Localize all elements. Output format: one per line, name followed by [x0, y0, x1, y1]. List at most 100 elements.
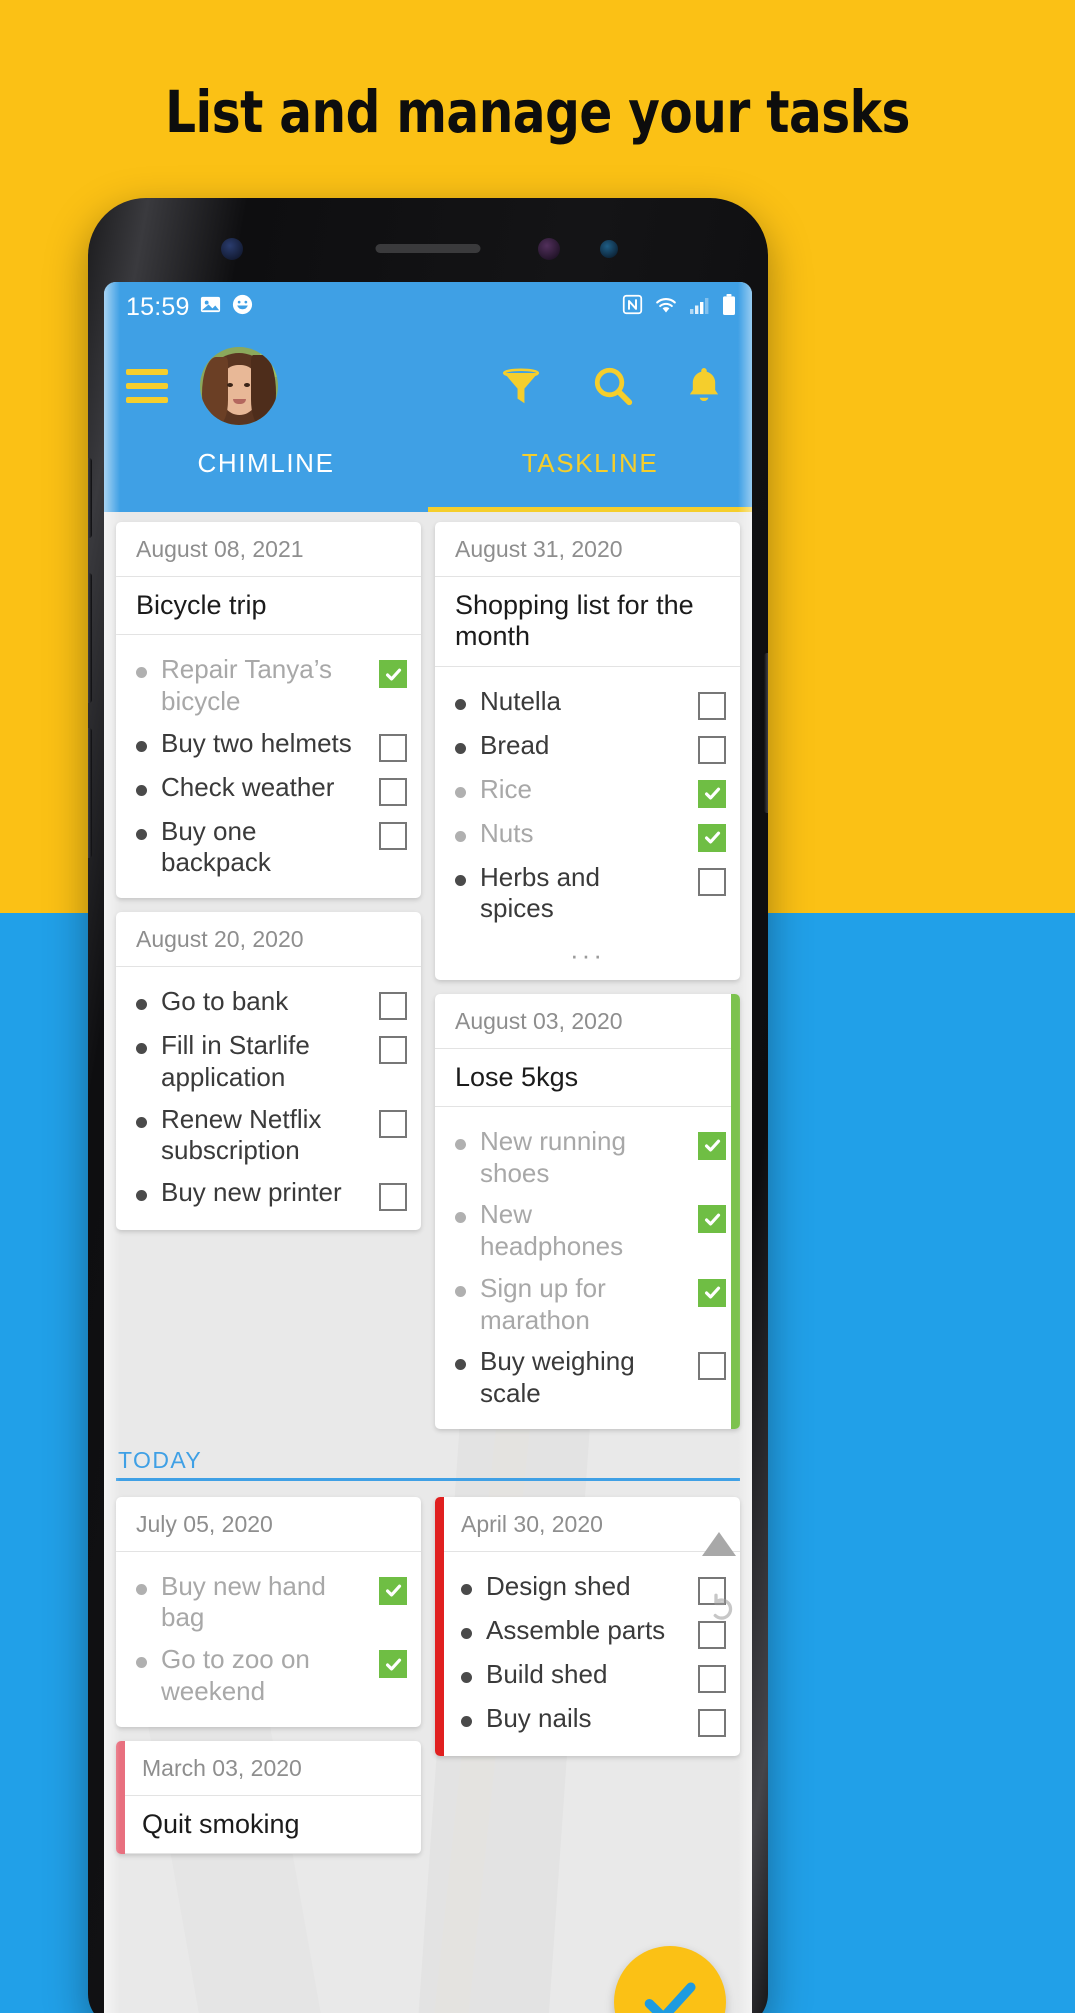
phone-button-volume-up[interactable] [88, 573, 92, 703]
task-item[interactable]: Sign up for marathon [455, 1268, 726, 1341]
task-item[interactable]: Check weather [136, 767, 407, 811]
task-card[interactable]: August 20, 2020 Go to bank Fill in Starlif… [116, 912, 421, 1231]
bell-icon[interactable] [682, 364, 726, 408]
checkbox-checked[interactable] [698, 1131, 726, 1160]
image-icon [199, 293, 222, 321]
checkbox-checked[interactable] [698, 823, 726, 852]
card-more-ellipsis[interactable]: ··· [435, 942, 740, 980]
task-item-label: Buy two helmets [161, 727, 352, 758]
checkbox-unchecked[interactable] [379, 992, 407, 1021]
avatar-eye-left [227, 383, 233, 387]
tab-chimline[interactable]: CHIMLINE [104, 440, 428, 512]
task-item[interactable]: New headphones [455, 1194, 726, 1267]
checkbox-unchecked[interactable] [379, 1109, 407, 1138]
tab-taskline[interactable]: TASKLINE [428, 440, 752, 512]
task-item[interactable]: Design shed [461, 1566, 726, 1610]
task-item[interactable]: New running shoes [455, 1121, 726, 1194]
task-item[interactable]: Bread [455, 725, 726, 769]
checkbox-unchecked[interactable] [698, 1664, 726, 1693]
column-right-bottom: April 30, 2020 Design shed Assemble parts B… [435, 1496, 740, 1854]
task-item-label: Assemble parts [486, 1614, 666, 1645]
smiley-icon [231, 293, 254, 321]
bullet-icon [136, 1043, 147, 1055]
task-card[interactable]: July 05, 2020 Buy new hand bag Go to zoo o… [116, 1496, 421, 1727]
bullet-icon [461, 1715, 472, 1727]
scroll-up-arrow[interactable] [702, 1532, 736, 1556]
today-label: TODAY [118, 1446, 203, 1473]
task-card[interactable]: August 03, 2020 Lose 5kgs New running shoe… [435, 993, 740, 1429]
battery-icon [722, 293, 736, 321]
hamburger-bar [126, 369, 168, 375]
status-bar: 15:59 [104, 282, 752, 332]
task-item[interactable]: Fill in Starlife application [136, 1025, 407, 1098]
task-item[interactable]: Repair Tanya’s bicycle [136, 649, 407, 722]
checkbox-unchecked[interactable] [379, 777, 407, 806]
checkbox-unchecked[interactable] [698, 691, 726, 720]
hamburger-menu-icon[interactable] [126, 369, 168, 403]
bullet-icon [455, 742, 466, 754]
task-item-label: Nuts [480, 817, 534, 848]
task-item-label: Go to bank [161, 986, 289, 1017]
task-item[interactable]: Go to zoo on weekend [136, 1639, 407, 1712]
checkbox-checked[interactable] [379, 660, 407, 689]
complete-task-fab[interactable] [614, 1946, 726, 2013]
checkbox-checked[interactable] [379, 1650, 407, 1679]
checkbox-checked[interactable] [698, 779, 726, 808]
task-card[interactable]: August 31, 2020 Shopping list for the mon… [435, 522, 740, 980]
checkbox-checked[interactable] [698, 1205, 726, 1234]
task-item[interactable]: Buy new hand bag [136, 1566, 407, 1639]
task-card[interactable]: August 08, 2021 Bicycle trip Repair Tanya’… [116, 522, 421, 899]
task-item[interactable]: Build shed [461, 1654, 726, 1698]
task-item-label: Design shed [486, 1570, 631, 1601]
checkbox-unchecked[interactable] [379, 1036, 407, 1065]
card-title: Shopping list for the month [435, 577, 740, 667]
task-item[interactable]: Buy new printer [136, 1172, 407, 1216]
phone-button-power[interactable] [764, 653, 768, 813]
task-item[interactable]: Renew Netflix subscription [136, 1099, 407, 1172]
checkbox-unchecked[interactable] [379, 821, 407, 850]
task-card[interactable]: April 30, 2020 Design shed Assemble parts B… [435, 1496, 740, 1756]
bullet-icon [136, 1190, 147, 1202]
bullet-icon [455, 698, 466, 710]
avatar-hair-left [202, 357, 228, 425]
task-item[interactable]: Go to bank [136, 981, 407, 1025]
checkbox-unchecked[interactable] [698, 735, 726, 764]
checkbox-unchecked[interactable] [698, 1708, 726, 1737]
checkbox-checked[interactable] [698, 1278, 726, 1307]
checkbox-unchecked[interactable] [698, 867, 726, 896]
task-item[interactable]: Rice [455, 769, 726, 813]
task-item-label: New running shoes [480, 1125, 626, 1188]
task-card[interactable]: March 03, 2020 Quit smoking [116, 1740, 421, 1854]
task-item[interactable]: Assemble parts [461, 1610, 726, 1654]
task-item[interactable]: Nuts [455, 813, 726, 857]
card-columns-bottom: July 05, 2020 Buy new hand bag Go to zoo o… [104, 1481, 752, 1854]
checkbox-unchecked[interactable] [379, 1183, 407, 1212]
bullet-icon [136, 999, 147, 1011]
checkbox-checked[interactable] [379, 1576, 407, 1605]
checkbox-unchecked[interactable] [698, 1352, 726, 1381]
phone-button-volume-down[interactable] [88, 728, 92, 858]
proximity-sensor [600, 240, 618, 258]
tab-bar: CHIMLINE TASKLINE [104, 440, 752, 512]
bullet-icon [455, 786, 466, 798]
task-item[interactable]: Buy one backpack [136, 811, 407, 884]
task-item[interactable]: Nutella [455, 681, 726, 725]
search-icon[interactable] [590, 363, 636, 409]
checkbox-unchecked[interactable] [379, 733, 407, 762]
task-item[interactable]: Buy nails [461, 1698, 726, 1742]
avatar[interactable] [200, 347, 278, 425]
nfc-icon [622, 294, 643, 320]
task-item[interactable]: Buy two helmets [136, 723, 407, 767]
signal-icon [689, 295, 711, 320]
undo-icon[interactable] [704, 1590, 740, 1631]
task-item[interactable]: Herbs and spices [455, 857, 726, 930]
task-item-label: Buy weighing scale [480, 1346, 635, 1408]
today-line [116, 1477, 740, 1481]
page-headline: List and manage your tasks [165, 78, 910, 146]
toolbar-actions [498, 363, 730, 409]
filter-funnel-icon[interactable] [498, 363, 544, 409]
phone-screen: 15:59 CHIMLINE TASKLINE August 08, 2021 … [104, 282, 752, 2013]
task-item[interactable]: Buy weighing scale [455, 1341, 726, 1414]
card-item-list: Go to bank Fill in Starlife application Re… [116, 967, 421, 1230]
phone-button-bixby[interactable] [88, 458, 92, 538]
